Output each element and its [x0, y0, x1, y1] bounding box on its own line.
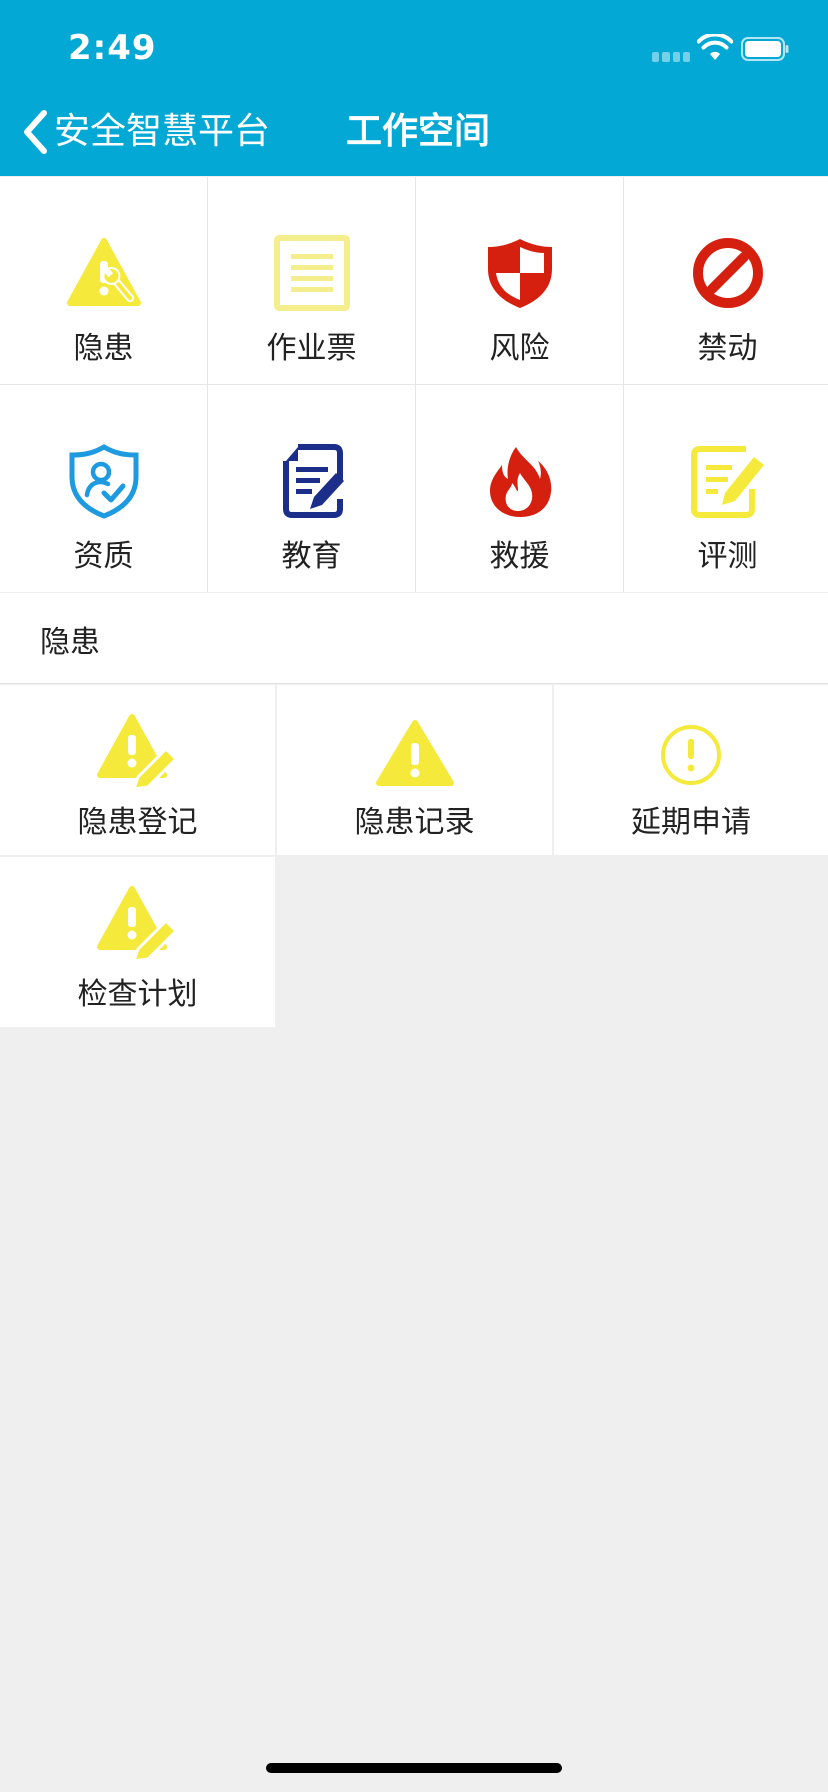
menu-item-label: 救援: [489, 539, 550, 574]
note-edit-icon: [690, 446, 764, 518]
header-bar: 2:49 安全智慧平台 工作空间: [0, 0, 828, 176]
app-screen: 2:49 安全智慧平台 工作空间 隐患 作业票 风险 禁动 资质 教育 救援 评…: [0, 0, 828, 1792]
exclamation-circle-icon: [661, 725, 721, 785]
shield-icon: [487, 239, 552, 308]
menu-item-risk[interactable]: 风险: [416, 177, 623, 384]
back-label: 安全智慧平台: [54, 111, 271, 152]
menu-item-hazard[interactable]: 隐患: [0, 177, 207, 384]
warning-pencil-icon: [96, 886, 178, 963]
shield-user-check-icon: [69, 444, 138, 519]
prohibited-icon: [692, 238, 763, 308]
menu-item-prohibited[interactable]: 禁动: [624, 177, 828, 384]
menu-item-label: 教育: [281, 539, 342, 574]
document-lines-icon: [273, 235, 350, 311]
section-header: 隐患: [0, 593, 828, 684]
sub-item-label: 检查计划: [77, 977, 198, 1012]
sub-item-inspection-plan[interactable]: 检查计划: [0, 857, 275, 1027]
page-title: 工作空间: [346, 111, 491, 152]
back-button[interactable]: 安全智慧平台: [20, 104, 270, 160]
menu-item-label: 评测: [697, 539, 758, 574]
menu-item-work-ticket[interactable]: 作业票: [208, 177, 415, 384]
menu-item-label: 隐患: [73, 331, 134, 366]
warning-pencil-icon: [96, 714, 178, 791]
sub-item-label: 延期申请: [631, 805, 751, 840]
warning-icon: [375, 720, 454, 786]
sub-item-hazard-record[interactable]: 隐患记录: [277, 685, 552, 855]
chevron-left-icon: [24, 110, 47, 154]
status-time: 2:49: [68, 28, 157, 68]
main-menu-grid: 隐患 作业票 风险 禁动 资质 教育 救援 评测: [0, 177, 828, 592]
menu-item-label: 资质: [73, 539, 134, 574]
hazard-wrench-icon: [66, 238, 141, 306]
menu-item-label: 禁动: [697, 331, 758, 366]
menu-item-label: 风险: [489, 331, 550, 366]
cellular-signal-icon: [652, 52, 690, 62]
menu-item-rescue[interactable]: 救援: [416, 385, 623, 592]
document-edit-icon: [282, 444, 344, 518]
menu-item-qualification[interactable]: 资质: [0, 385, 207, 592]
menu-item-evaluation[interactable]: 评测: [624, 385, 828, 592]
sub-item-extension-request[interactable]: 延期申请: [554, 685, 828, 855]
sub-item-hazard-register[interactable]: 隐患登记: [0, 685, 275, 855]
menu-item-label: 作业票: [266, 331, 357, 366]
sub-item-label: 隐患登记: [77, 805, 198, 840]
menu-item-education[interactable]: 教育: [208, 385, 415, 592]
battery-icon: [741, 37, 789, 61]
home-indicator[interactable]: [266, 1763, 562, 1773]
flame-icon: [489, 447, 551, 517]
sub-item-label: 隐患记录: [354, 805, 475, 840]
wifi-icon: [697, 34, 733, 60]
section-title: 隐患: [40, 625, 100, 660]
